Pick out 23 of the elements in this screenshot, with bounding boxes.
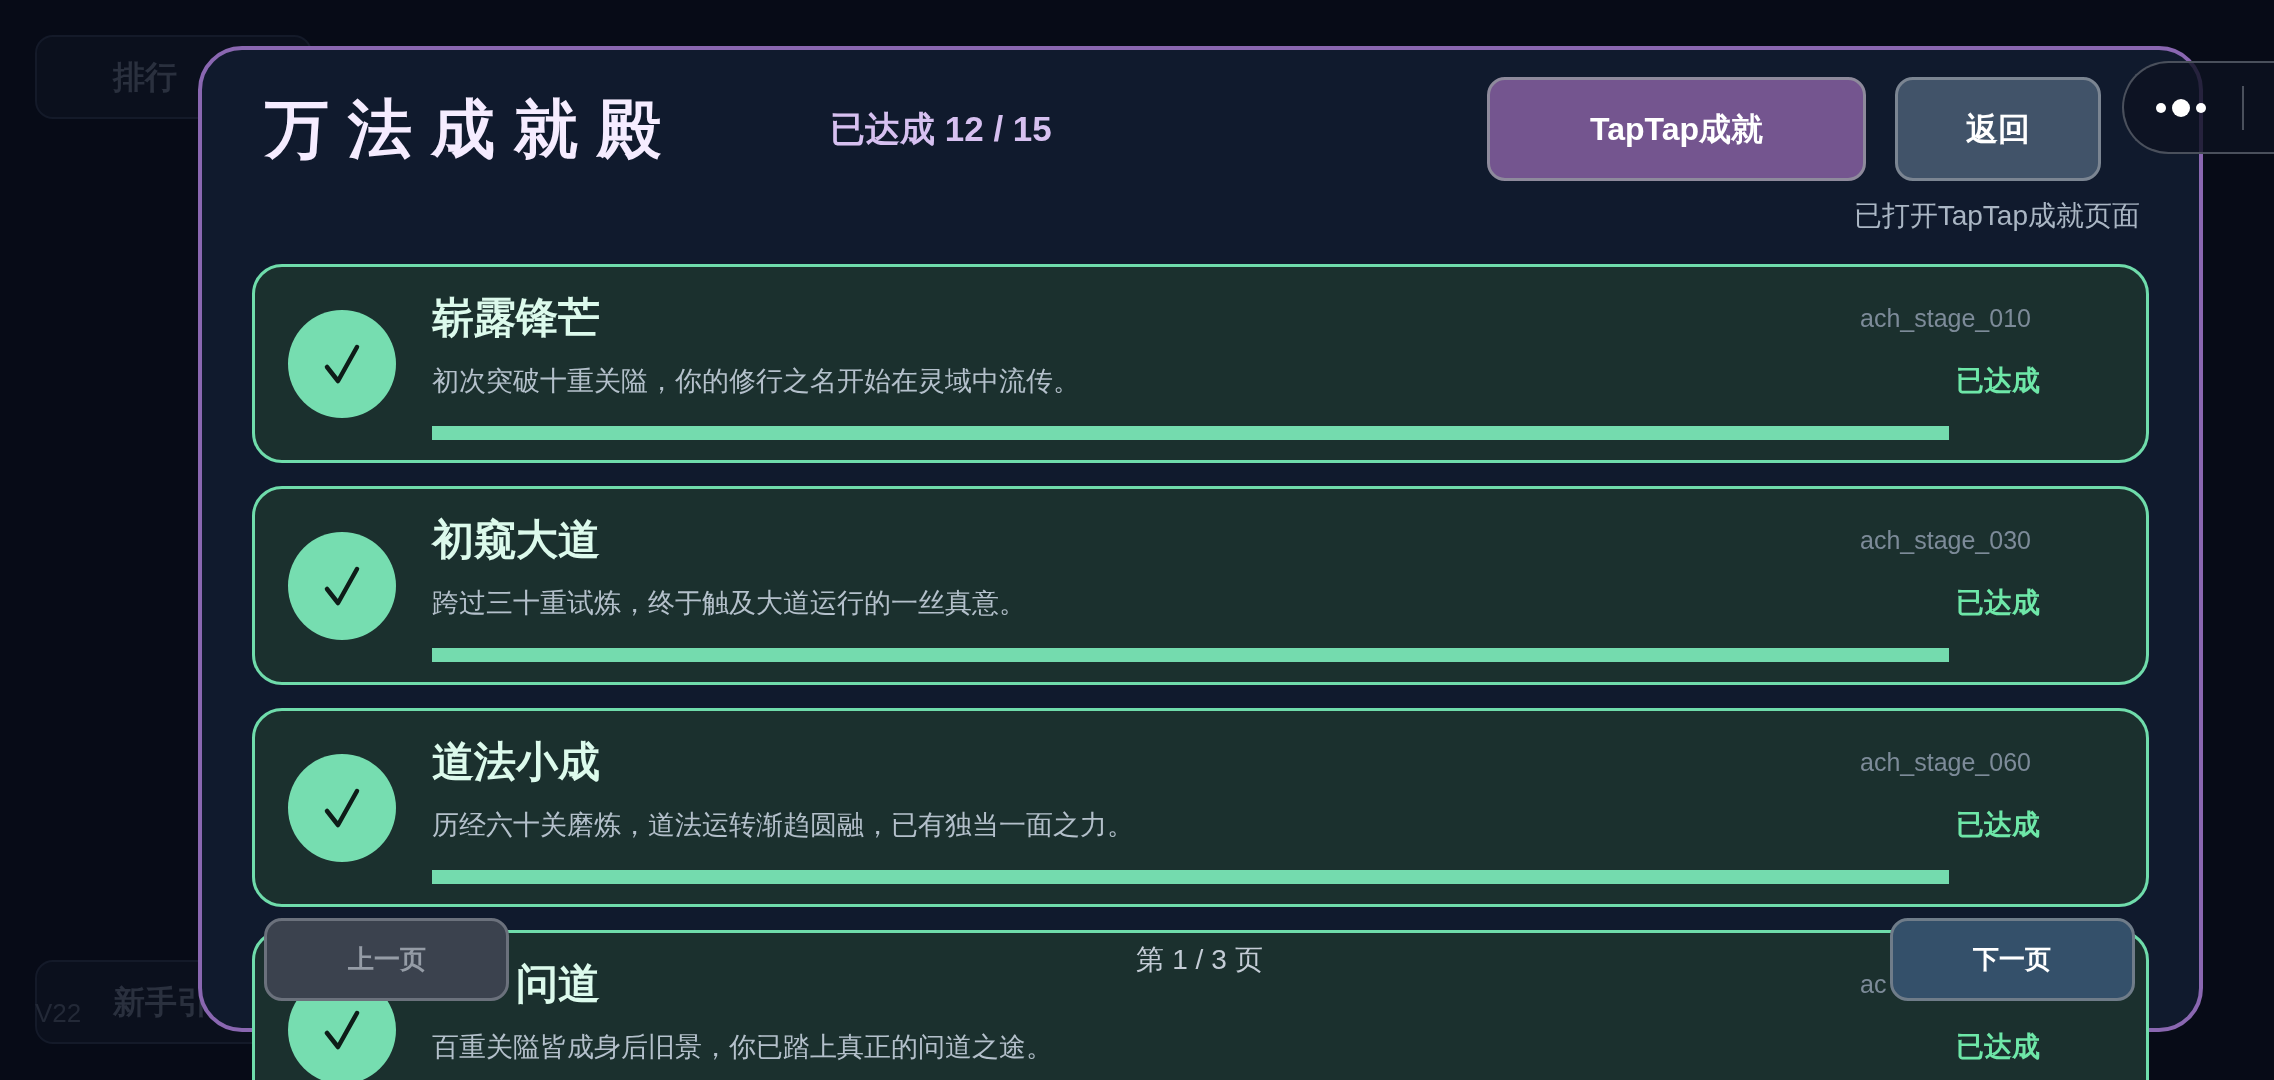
- achievement-description: 跨过三十重试炼，终于触及大道运行的一丝真意。: [432, 587, 1026, 620]
- achievement-status: 已达成: [1955, 1030, 2040, 1064]
- progress-count: 已达成 12 / 15: [830, 109, 1052, 149]
- achievement-id: ach_stage_010: [1860, 303, 2032, 333]
- achievement-title: 问道: [516, 960, 600, 1008]
- achievement-status: 已达成: [1955, 364, 2040, 398]
- taptap-achievements-button[interactable]: TapTap成就: [1487, 77, 1866, 181]
- next-page-button[interactable]: 下一页: [1890, 918, 2135, 1001]
- page-indicator: 第 1 / 3 页: [1136, 942, 1263, 977]
- achievement-status: 已达成: [1955, 586, 2040, 620]
- achievement-description: 初次突破十重关隘，你的修行之名开始在灵域中流传。: [432, 365, 1080, 398]
- achievement-status: 已达成: [1955, 808, 2040, 842]
- achievement-id: ach_stage_060: [1860, 747, 2032, 777]
- achievement-description: 百重关隘皆成身后旧景，你已踏上真正的问道之途。: [432, 1031, 1053, 1064]
- achievement-id: ach_stage_030: [1860, 525, 2032, 555]
- achievement-title: 崭露锋芒: [432, 294, 600, 342]
- more-icon[interactable]: [2156, 98, 2206, 117]
- status-notice: 已打开TapTap成就页面: [1853, 199, 2140, 233]
- achievement-title: 道法小成: [432, 738, 600, 786]
- achievement-id: ac: [1860, 969, 1888, 999]
- achievement-title: 初窥大道: [432, 516, 600, 564]
- achievement-description: 历经六十关磨炼，道法运转渐趋圆融，已有独当一面之力。: [432, 809, 1134, 842]
- back-button[interactable]: 返回: [1895, 77, 2101, 181]
